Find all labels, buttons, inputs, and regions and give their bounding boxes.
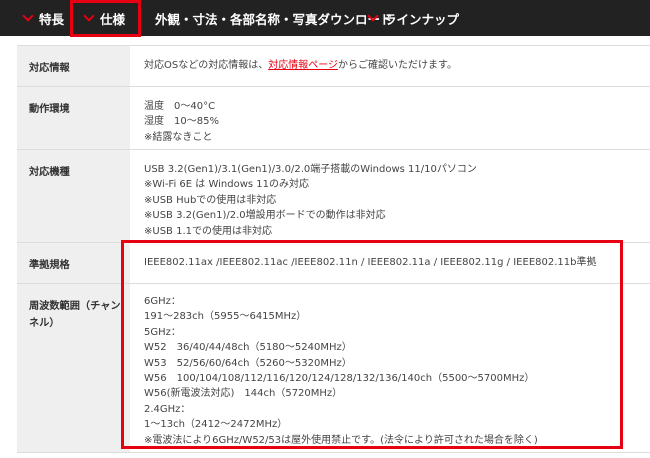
tab-appearance-download[interactable]: 外観・寸法・各部名称・写真ダウンロード	[155, 0, 393, 36]
spec-label: 準拠規格	[17, 243, 130, 283]
spec-label: 動作環境	[17, 87, 130, 149]
spec-row-standards: 準拠規格 IEEE802.11ax /IEEE802.11ac /IEEE802…	[17, 243, 650, 284]
spec-table: 対応情報 対応OSなどの対応情報は、対応情報ページからご確認いただけます。 動作…	[17, 45, 650, 453]
frequency-line: 2.4GHz：	[144, 403, 191, 415]
tab-features[interactable]: 特長	[22, 0, 65, 36]
spec-label: 周波数範囲（チャンネル）	[17, 284, 130, 452]
spec-label: 対応機種	[17, 150, 130, 242]
chevron-down-icon	[22, 10, 34, 22]
standards-value: IEEE802.11ax /IEEE802.11ac /IEEE802.11n …	[144, 257, 597, 268]
spec-row-devices: 対応機種 USB 3.2(Gen1)/3.1(Gen1)/3.0/2.0端子搭載…	[17, 150, 650, 243]
spec-value: IEEE802.11ax /IEEE802.11ac /IEEE802.11n …	[130, 243, 650, 283]
spec-row-environment: 動作環境 温度 0～40°C 湿度 10～85% ※結露なきこと	[17, 87, 650, 150]
spec-label: 対応情報	[17, 46, 130, 86]
tab-features-label: 特長	[39, 11, 65, 27]
devices-line: ※USB 1.1での使用は非対応	[144, 225, 272, 237]
frequency-line: ※電波法により6GHz/W52/53は屋外使用禁止です。(法令により許可された場…	[144, 434, 538, 446]
devices-line: ※USB Hubでの使用は非対応	[144, 194, 277, 206]
spec-value: USB 3.2(Gen1)/3.1(Gen1)/3.0/2.0端子搭載のWind…	[130, 150, 650, 242]
active-tab-highlight	[70, 0, 141, 37]
frequency-line: 191～283ch（5955～6415MHz）	[144, 311, 307, 323]
frequency-line: W53 52/56/60/64ch（5260～5320MHz）	[144, 357, 352, 369]
tab-appearance-label: 外観・寸法・各部名称・写真ダウンロード	[155, 11, 393, 27]
chevron-down-icon	[367, 10, 379, 22]
tab-lineup[interactable]: ラインナップ	[367, 0, 460, 36]
frequency-line: W52 36/40/44/48ch（5180～5240MHz）	[144, 342, 352, 354]
spec-value: 温度 0～40°C 湿度 10～85% ※結露なきこと	[130, 87, 650, 149]
support-info-link[interactable]: 対応情報ページ	[268, 60, 338, 71]
devices-line: ※Wi-Fi 6E は Windows 11のみ対応	[144, 179, 309, 191]
spec-row-support: 対応情報 対応OSなどの対応情報は、対応情報ページからご確認いただけます。	[17, 46, 650, 87]
support-text-after: からご確認いただけます。	[338, 60, 458, 71]
support-text-before: 対応OSなどの対応情報は、	[144, 60, 269, 71]
frequency-line: W56 100/104/108/112/116/120/124/128/132/…	[144, 373, 535, 385]
environment-line: ※結露なきこと	[144, 131, 213, 143]
frequency-line: 6GHz：	[144, 296, 181, 307]
devices-line: USB 3.2(Gen1)/3.1(Gen1)/3.0/2.0端子搭載のWind…	[144, 164, 477, 175]
environment-line: 温度 0～40°C	[144, 101, 216, 112]
spec-value: 6GHz： 191～283ch（5955～6415MHz） 5GHz： W52 …	[130, 284, 650, 452]
tab-lineup-label: ラインナップ	[384, 11, 460, 27]
top-navigation: 特長 仕様 外観・寸法・各部名称・写真ダウンロード ラインナップ	[0, 0, 650, 37]
devices-line: ※USB 3.2(Gen1)/2.0増設用ボードでの動作は非対応	[144, 210, 386, 222]
spec-row-frequency: 周波数範囲（チャンネル） 6GHz： 191～283ch（5955～6415MH…	[17, 284, 650, 453]
frequency-line: 1～13ch（2412～2472MHz）	[144, 419, 288, 431]
frequency-line: 5GHz：	[144, 326, 181, 338]
spec-value: 対応OSなどの対応情報は、対応情報ページからご確認いただけます。	[130, 46, 650, 86]
frequency-line: W56(新電波法対応) 144ch（5720MHz）	[144, 388, 343, 400]
environment-line: 湿度 10～85%	[144, 116, 219, 128]
